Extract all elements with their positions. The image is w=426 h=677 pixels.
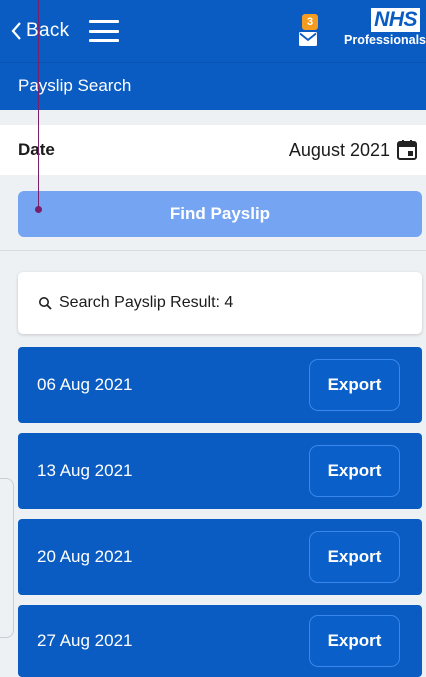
logo-professionals-text: Professionals (344, 33, 426, 47)
date-picker[interactable]: August 2021 (289, 139, 418, 161)
search-result-text: Search Payslip Result: 4 (59, 294, 234, 311)
payslip-item: 27 Aug 2021 Export (18, 605, 422, 677)
payslip-date: 27 Aug 2021 (37, 631, 133, 650)
logo-nhs-text: NHS (371, 8, 420, 32)
edge-handle (0, 478, 14, 638)
date-row: Date August 2021 (0, 125, 426, 175)
search-result-card: Search Payslip Result: 4 (18, 272, 422, 334)
nhs-professionals-logo: NHS Professionals (336, 8, 426, 54)
payslip-item: 13 Aug 2021 Export (18, 433, 422, 509)
divider (0, 250, 426, 251)
date-value: August 2021 (288, 139, 390, 160)
export-button[interactable]: Export (309, 359, 400, 411)
export-button[interactable]: Export (309, 445, 400, 497)
chevron-left-icon (11, 22, 21, 40)
payslip-date: 20 Aug 2021 (37, 547, 133, 566)
mail-icon (299, 32, 317, 46)
hamburger-menu-icon[interactable] (89, 20, 120, 42)
page-title: Payslip Search (0, 62, 426, 110)
date-label: Date (18, 140, 55, 159)
export-button[interactable]: Export (309, 531, 400, 583)
payslip-date: 06 Aug 2021 (37, 375, 133, 394)
payslip-item: 06 Aug 2021 Export (18, 347, 422, 423)
touch-pointer-line (38, 0, 39, 209)
payslip-item: 20 Aug 2021 Export (18, 519, 422, 595)
search-icon (39, 297, 52, 310)
payslip-date: 13 Aug 2021 (37, 461, 133, 480)
app-header: Back 3 NHS Professionals (0, 0, 426, 62)
back-button[interactable]: Back (10, 11, 69, 51)
find-payslip-button[interactable]: Find Payslip (18, 191, 422, 237)
back-label: Back (26, 20, 70, 41)
export-button[interactable]: Export (309, 615, 400, 667)
calendar-icon[interactable] (396, 139, 418, 161)
mail-badge: 3 (302, 14, 318, 30)
mail-button[interactable]: 3 (296, 14, 322, 48)
touch-pointer-dot (35, 206, 42, 213)
